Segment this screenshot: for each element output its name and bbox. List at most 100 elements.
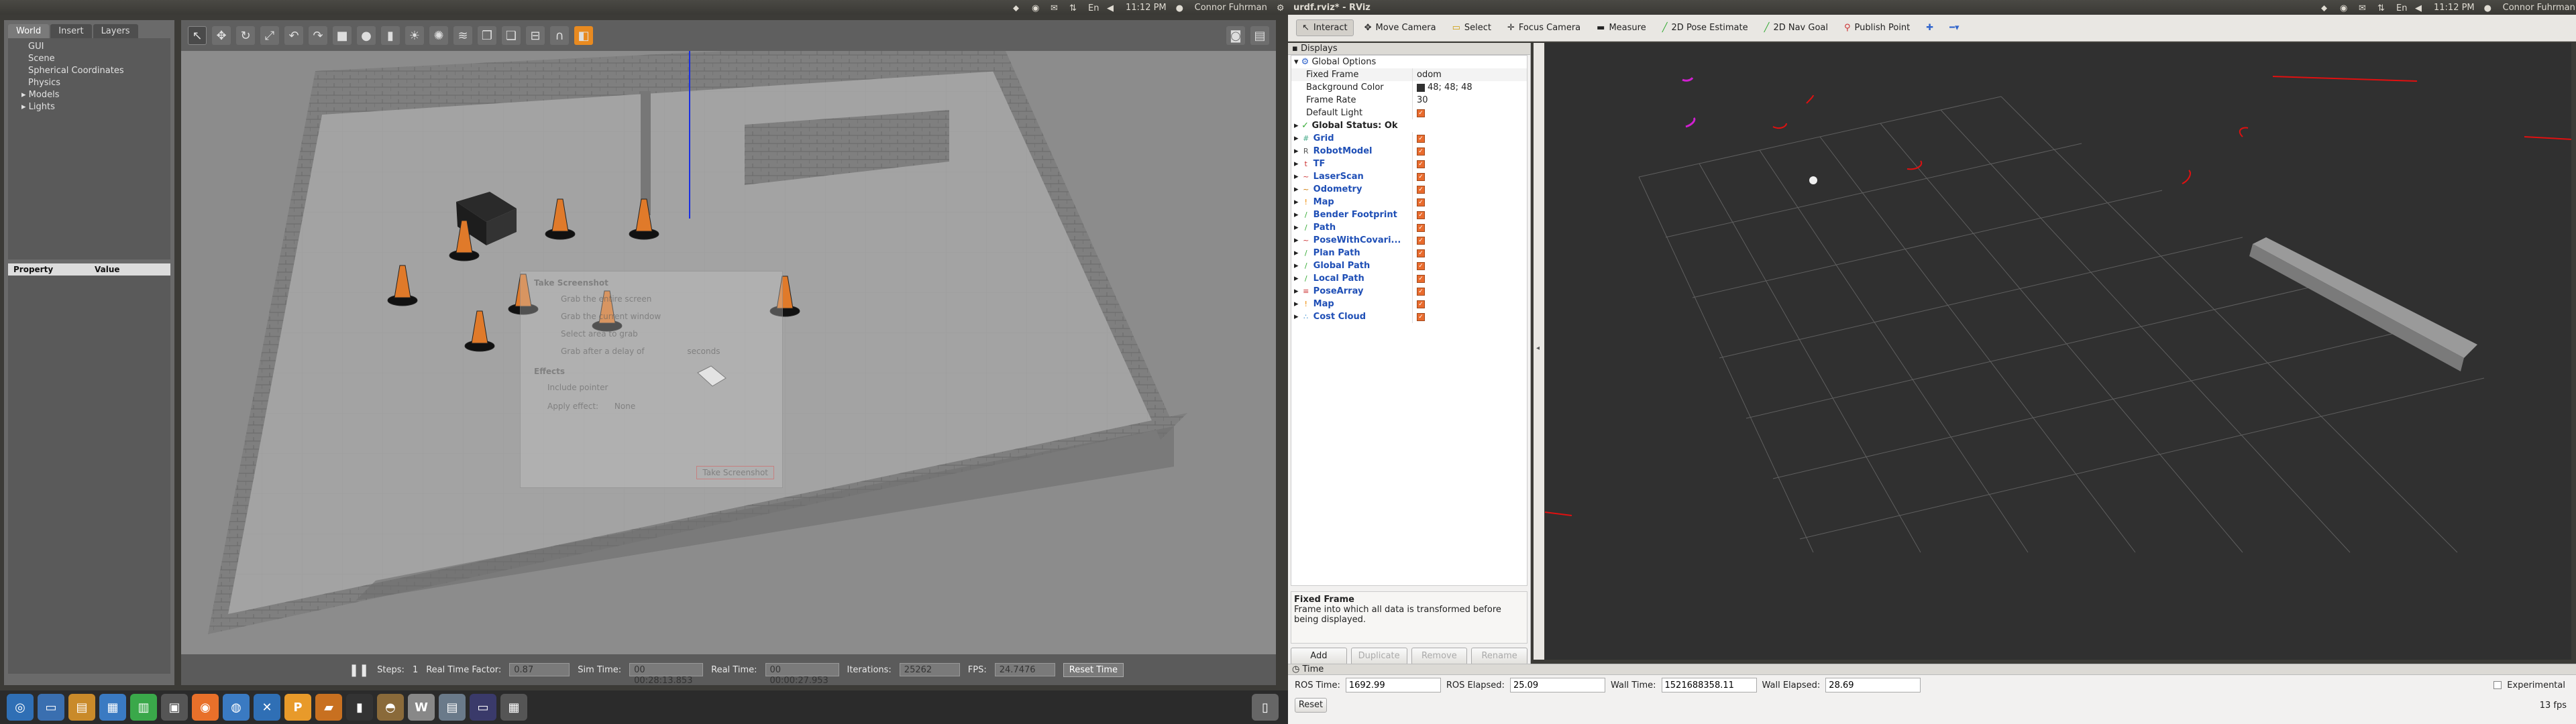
box-shape-icon[interactable]: ■ [333, 26, 352, 45]
display-row[interactable]: ▸ # Grid ✓ [1291, 132, 1527, 145]
undo-icon[interactable]: ↶ [284, 26, 303, 45]
ros-elapsed-field[interactable] [1509, 678, 1605, 692]
tool-interact[interactable]: ↖ Interact [1296, 19, 1354, 36]
directional-light-icon[interactable]: ≋ [453, 26, 472, 45]
tool-focus-camera[interactable]: ✛ Focus Camera [1502, 20, 1586, 36]
calc-icon[interactable]: ▥ [130, 694, 157, 721]
tool-2d-pose-estimate[interactable]: ╱ 2D Pose Estimate [1657, 20, 1754, 36]
display-enabled-checkbox[interactable]: ✓ [1417, 160, 1425, 168]
power-indicator-icon[interactable]: ◉ [2340, 3, 2349, 13]
remove-tool-button[interactable]: ━▾ [1944, 20, 1964, 36]
network-icon[interactable]: ⇅ [2377, 3, 2387, 13]
expand-arrow-icon[interactable]: ▸ [1294, 210, 1301, 220]
volume-icon[interactable]: ◀ [2415, 3, 2424, 13]
terminal-icon[interactable]: ▮ [346, 694, 373, 721]
reset-button[interactable]: Reset [1295, 698, 1327, 713]
display-row[interactable]: ▸ / Path ✓ [1291, 221, 1527, 234]
display-row[interactable]: ▸ ≡ PoseArray ✓ [1291, 285, 1527, 298]
mail-icon[interactable]: ✉ [2359, 3, 2368, 13]
panel-splitter[interactable]: ◂ [1534, 43, 1544, 660]
display-row[interactable]: ▸ / Bender Footprint ✓ [1291, 208, 1527, 221]
volume-icon[interactable]: ◀ [1107, 3, 1116, 13]
display-enabled-checkbox[interactable]: ✓ [1417, 147, 1425, 156]
p-app-icon[interactable]: P [284, 694, 311, 721]
frame-rate-value[interactable]: 30 [1412, 94, 1428, 107]
background-color-value-cell[interactable]: 48; 48; 48 [1412, 81, 1472, 94]
default-light-row[interactable]: Default Light ✓ [1291, 107, 1527, 119]
display-enabled-checkbox[interactable]: ✓ [1417, 223, 1425, 232]
wall-elapsed-field[interactable] [1825, 678, 1921, 692]
display-enabled-checkbox[interactable]: ✓ [1417, 198, 1425, 206]
display-enabled-checkbox[interactable]: ✓ [1417, 300, 1425, 308]
rename-button[interactable]: Rename [1471, 648, 1527, 665]
expand-arrow-icon[interactable]: ▸ [1294, 299, 1301, 309]
expand-arrow-icon[interactable]: ▸ [1294, 235, 1301, 245]
expand-arrow-icon[interactable]: ▸ [1294, 184, 1301, 194]
display-enabled-checkbox[interactable]: ✓ [1417, 261, 1425, 270]
display-enabled-checkbox[interactable]: ✓ [1417, 249, 1425, 257]
frame-rate-row[interactable]: Frame Rate 30 [1291, 94, 1527, 107]
default-light-checkbox[interactable]: ✓ [1417, 109, 1425, 117]
align-icon[interactable]: ⊟ [526, 26, 545, 45]
expand-arrow-icon[interactable]: ▸ [1294, 172, 1301, 182]
redo-icon[interactable]: ↷ [309, 26, 327, 45]
chromium-icon[interactable]: ◍ [223, 694, 250, 721]
display-row[interactable]: ▸ ~ Odometry ✓ [1291, 183, 1527, 196]
color-swatch[interactable] [1417, 83, 1425, 92]
add-tool-button[interactable]: ✚ [1921, 20, 1939, 36]
add-button[interactable]: Add [1291, 648, 1347, 665]
display-row[interactable]: ▸ / Local Path ✓ [1291, 272, 1527, 285]
monitor-icon[interactable]: ▦ [99, 694, 126, 721]
collapse-arrow-icon[interactable]: ▾ [1294, 57, 1301, 67]
rviz-3d-view[interactable] [1545, 43, 2571, 660]
w-app-icon[interactable]: W [408, 694, 435, 721]
tool-select[interactable]: ▭ Select [1447, 20, 1497, 36]
display-enabled-checkbox[interactable]: ✓ [1417, 185, 1425, 194]
tree-item-gui[interactable]: GUI [8, 41, 170, 53]
ubuntu-icon[interactable]: ◎ [7, 694, 34, 721]
display-enabled-checkbox[interactable]: ✓ [1417, 274, 1425, 283]
rotate-mode-icon[interactable]: ↻ [236, 26, 255, 45]
expand-arrow-icon[interactable]: ▸ [1294, 286, 1301, 296]
screen-app-icon[interactable]: ▭ [470, 694, 496, 721]
paste-icon[interactable]: ❏ [502, 26, 521, 45]
keyboard-icon[interactable]: En [1088, 3, 1099, 13]
tool-2d-nav-goal[interactable]: ╱ 2D Nav Goal [1759, 20, 1833, 36]
settings-icon[interactable]: ⚙ [1277, 3, 1286, 13]
keyboard-icon[interactable]: En [2396, 3, 2407, 13]
display-enabled-checkbox[interactable]: ✓ [1417, 210, 1425, 219]
scale-mode-icon[interactable]: ⤢ [260, 26, 279, 45]
expand-arrow-icon[interactable]: ▸ [1294, 159, 1301, 169]
box-app-icon[interactable]: ▰ [315, 694, 342, 721]
expand-arrow-icon[interactable]: ▸ [1294, 248, 1301, 258]
duplicate-button[interactable]: Duplicate [1350, 648, 1407, 665]
display-row[interactable]: ▸ ∴ Cost Cloud ✓ [1291, 310, 1527, 323]
display-row[interactable]: ▸ / Plan Path ✓ [1291, 247, 1527, 259]
background-color-row[interactable]: Background Color 48; 48; 48 [1291, 81, 1527, 94]
expand-arrow-icon[interactable]: ▸ [1294, 197, 1301, 207]
display-enabled-checkbox[interactable]: ✓ [1417, 312, 1425, 321]
global-status-row[interactable]: ▸ ✓ Global Status: Ok [1291, 119, 1527, 132]
experimental-checkbox[interactable] [2493, 681, 2502, 689]
dropbox-icon[interactable]: ⬥ [1013, 3, 1022, 13]
expand-arrow-icon[interactable]: ▸ [1294, 121, 1301, 131]
app-icon[interactable]: ▣ [161, 694, 188, 721]
display-enabled-checkbox[interactable]: ✓ [1417, 236, 1425, 245]
tab-world[interactable]: World [8, 24, 50, 38]
select-mode-icon[interactable]: ↖ [188, 26, 207, 45]
snap-icon[interactable]: ∩ [550, 26, 569, 45]
display-row[interactable]: ▸ R RobotModel ✓ [1291, 145, 1527, 158]
tools-icon[interactable]: ✕ [254, 694, 280, 721]
rviz-icon[interactable]: ▤ [439, 694, 466, 721]
display-row[interactable]: ▸ ~ PoseWithCovari... ✓ [1291, 234, 1527, 247]
remove-button[interactable]: Remove [1411, 648, 1468, 665]
display-enabled-checkbox[interactable]: ✓ [1417, 287, 1425, 296]
tab-insert[interactable]: Insert [50, 24, 92, 38]
tool-measure[interactable]: ▬ Measure [1591, 20, 1652, 36]
display-row[interactable]: ▸ t TF ✓ [1291, 158, 1527, 170]
sphere-shape-icon[interactable]: ● [357, 26, 376, 45]
tab-layers[interactable]: Layers [93, 24, 138, 38]
user-icon[interactable]: ● [1176, 3, 1185, 13]
expand-arrow-icon[interactable]: ▸ [1294, 133, 1301, 143]
tree-item-models[interactable]: ▸ Models [8, 89, 170, 101]
